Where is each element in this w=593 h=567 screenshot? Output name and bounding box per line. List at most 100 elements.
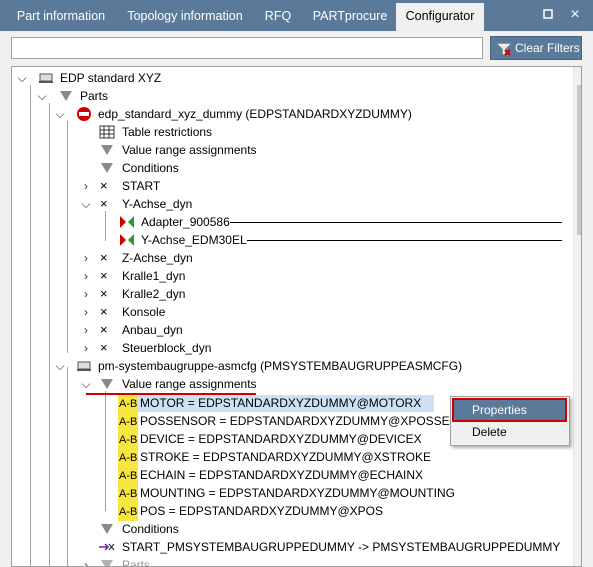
tree-label: Steuerblock_dyn [122, 341, 212, 355]
ab-icon: A-B [118, 449, 139, 467]
tree-node-assignment[interactable]: A-B MOUNTING = EDPSTANDARDXYZDUMMY@MOUNT… [12, 484, 562, 503]
tree-label: Parts [122, 558, 151, 567]
scrollbar-thumb[interactable] [577, 85, 581, 235]
tab-partprocure[interactable]: PARTprocure [305, 5, 395, 27]
tree-label: Parts [80, 89, 109, 103]
tree-label: POS = EDPSTANDARDXYZDUMMY@XPOS [140, 504, 383, 518]
folder-triangle-icon [99, 160, 115, 176]
tree-node-y-achse-dyn[interactable]: ⌵ × Y-Achse_dyn [12, 195, 562, 213]
tree-node-value-range-assignments[interactable]: ⌵ Value range assignments [12, 375, 562, 393]
expand-icon[interactable]: › [81, 303, 91, 321]
ab-icon: A-B [118, 467, 139, 485]
expand-icon[interactable]: › [81, 249, 91, 267]
tree-node-assignment[interactable]: A-B POS = EDPSTANDARDXYZDUMMY@XPOS [12, 502, 562, 521]
cross-icon: × [100, 196, 108, 211]
arrow-cross-icon [98, 539, 115, 555]
cross-icon: × [100, 340, 108, 355]
tree-node-adapter[interactable]: Adapter_900586 [12, 213, 562, 231]
clear-filters-label: Clear Filters [515, 41, 580, 55]
tree-node-conditions[interactable]: Conditions [12, 520, 562, 538]
ab-icon: A-B [118, 503, 139, 521]
menu-item-properties[interactable]: Properties [452, 398, 567, 422]
tree-label: Table restrictions [122, 125, 213, 139]
ab-icon: A-B [118, 431, 139, 449]
cross-icon: × [100, 286, 108, 301]
collapse-icon[interactable]: ⌵ [55, 105, 65, 123]
clear-filters-button[interactable]: Clear Filters [490, 36, 582, 60]
expand-icon[interactable]: › [81, 556, 91, 566]
tree-node-assignment[interactable]: A-B STROKE = EDPSTANDARDXYZDUMMY@XSTROKE [12, 448, 562, 467]
cross-icon: × [100, 250, 108, 265]
tree-node-conditions[interactable]: Conditions [12, 159, 562, 177]
tree-label: MOUNTING = EDPSTANDARDXYZDUMMY@MOUNTING [140, 486, 455, 500]
tree-node-start-pm[interactable]: START_PMSYSTEMBAUGRUPPEDUMMY -> PMSYSTEM… [12, 538, 562, 556]
menu-item-delete[interactable]: Delete [454, 422, 565, 442]
cross-icon: × [100, 304, 108, 319]
tree-label: ECHAIN = EDPSTANDARDXYZDUMMY@ECHAINX [140, 468, 423, 482]
tab-bar: Part information Topology information RF… [0, 0, 593, 31]
restore-icon[interactable] [541, 8, 555, 22]
search-input[interactable] [11, 37, 483, 59]
tree-label: Anbau_dyn [122, 323, 183, 337]
folder-triangle-icon [99, 557, 115, 566]
expand-icon[interactable]: › [81, 321, 91, 339]
tree-label: pm-systembaugruppe-asmcfg (PMSYSTEMBAUGR… [98, 359, 463, 373]
tree-node-parts[interactable]: › Parts [12, 556, 562, 567]
tree-label: edp_standard_xyz_dummy (EDPSTANDARDXYZDU… [98, 107, 412, 121]
folder-triangle-icon [99, 521, 115, 537]
tree-node-steuerblock-dyn[interactable]: › × Steuerblock_dyn [12, 339, 562, 357]
collapse-icon[interactable]: ⌵ [55, 357, 65, 375]
collapse-icon[interactable]: ⌵ [81, 375, 91, 393]
tree-node-assignment[interactable]: A-B ECHAIN = EDPSTANDARDXYZDUMMY@ECHAINX [12, 466, 562, 485]
vertical-scrollbar[interactable] [573, 67, 581, 566]
folder-triangle-icon [99, 142, 115, 158]
connection-line [247, 240, 562, 241]
tree-node-konsole[interactable]: › × Konsole [12, 303, 562, 321]
tree-label: Kralle2_dyn [122, 287, 186, 301]
tree-node-table-restrictions[interactable]: Table restrictions [12, 123, 562, 141]
tree-node-kralle2-dyn[interactable]: › × Kralle2_dyn [12, 285, 562, 303]
collapse-icon[interactable]: ⌵ [17, 69, 27, 87]
cross-icon: × [100, 178, 108, 193]
tree-node-y-achse-edm[interactable]: Y-Achse_EDM30EL [12, 231, 562, 249]
collapse-icon[interactable]: ⌵ [37, 87, 47, 105]
connection-line [230, 222, 562, 223]
cross-icon: × [100, 322, 108, 337]
connector-icon [119, 214, 135, 230]
tree-panel[interactable]: ⌵ EDP standard XYZ ⌵ Parts ⌵ edp_standar… [11, 66, 582, 567]
tab-configurator[interactable]: Configurator [396, 3, 484, 31]
tree-node-anbau-dyn[interactable]: › × Anbau_dyn [12, 321, 562, 339]
tree-label: MOTOR = EDPSTANDARDXYZDUMMY@MOTORX [140, 396, 422, 410]
tree-node-value-range-assignments[interactable]: Value range assignments [12, 141, 562, 159]
tree-node-pm-asmcfg[interactable]: ⌵ pm-systembaugruppe-asmcfg (PMSYSTEMBAU… [12, 357, 562, 375]
tree-label: Y-Achse_EDM30EL [141, 233, 247, 247]
part-stop-icon [76, 106, 92, 122]
tree-label: Adapter_900586 [141, 215, 230, 229]
ab-icon: A-B [118, 395, 139, 413]
connector-icon [119, 232, 135, 248]
tree-label: STROKE = EDPSTANDARDXYZDUMMY@XSTROKE [140, 450, 431, 464]
tree-node-root[interactable]: ⌵ EDP standard XYZ [12, 69, 562, 87]
collapse-icon[interactable]: ⌵ [81, 195, 91, 213]
tab-rfq[interactable]: RFQ [258, 5, 298, 27]
tab-part-information[interactable]: Part information [8, 5, 114, 27]
tree-label: Z-Achse_dyn [122, 251, 193, 265]
ab-icon: A-B [118, 485, 139, 503]
expand-icon[interactable]: › [81, 177, 91, 195]
cross-icon: × [100, 268, 108, 283]
expand-icon[interactable]: › [81, 339, 91, 357]
tree-label: POSSENSOR = EDPSTANDARDXYZDUMMY@XPOSSENS… [140, 414, 485, 428]
expand-icon[interactable]: › [81, 285, 91, 303]
tree-node-z-achse-dyn[interactable]: › × Z-Achse_dyn [12, 249, 562, 267]
expand-icon[interactable]: › [81, 267, 91, 285]
close-icon[interactable]: × [568, 7, 582, 23]
tab-topology-information[interactable]: Topology information [120, 5, 250, 27]
tree-label: Konsole [122, 305, 166, 319]
assembly-icon [76, 358, 92, 374]
context-menu: Properties Delete [450, 396, 570, 446]
tree-node-start[interactable]: › × START [12, 177, 562, 195]
tree-node-parts[interactable]: ⌵ Parts [12, 87, 562, 105]
tree-node-dummy[interactable]: ⌵ edp_standard_xyz_dummy (EDPSTANDARDXYZ… [12, 105, 562, 123]
tree-node-kralle1-dyn[interactable]: › × Kralle1_dyn [12, 267, 562, 285]
tree-label: Conditions [122, 161, 179, 175]
